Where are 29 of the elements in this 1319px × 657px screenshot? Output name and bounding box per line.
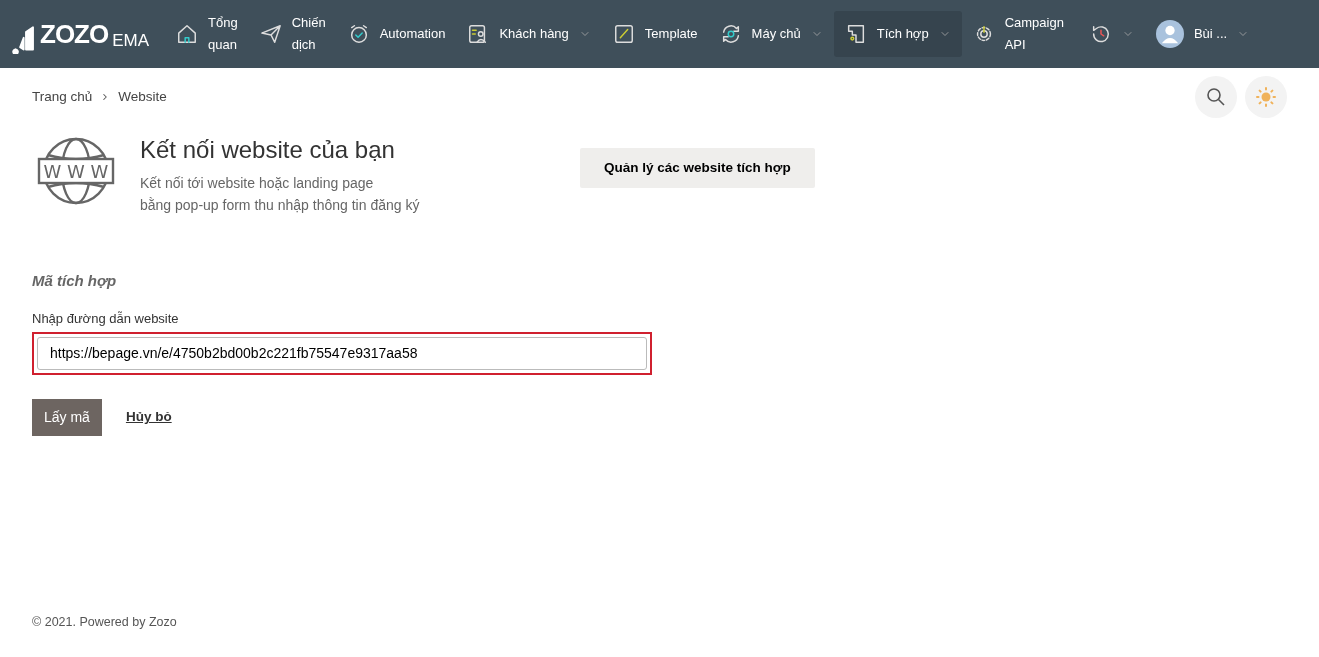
paper-plane-icon bbox=[259, 23, 282, 45]
page-subtitle: Kết nối tới website hoặc landing page bằng pop-up form thu nhập thông tin đăng ký bbox=[140, 174, 421, 215]
breadcrumb-item: Website bbox=[118, 87, 167, 106]
field-label: Nhập đường dẫn website bbox=[32, 309, 180, 328]
footer-text: © 2021. Powered by Zozo bbox=[31, 614, 178, 632]
sun-icon bbox=[1256, 87, 1276, 107]
theme-toggle-button[interactable] bbox=[1245, 76, 1287, 118]
nav-menu-item[interactable]: Automation bbox=[336, 11, 457, 57]
nav-menu-item[interactable]: Máy chủ bbox=[708, 11, 834, 57]
url-input-field[interactable]: https://bepage.vn/e/4750b2bd00b2c221fb75547e9317aa58 bbox=[37, 337, 647, 370]
logo-suffix: EMA bbox=[112, 30, 150, 52]
manage-websites-button[interactable]: Quản lý các website tích hợp bbox=[580, 148, 815, 189]
nav-menu-item[interactable]: Khách hàng bbox=[456, 11, 602, 57]
search-icon bbox=[1206, 87, 1226, 107]
search-button[interactable] bbox=[1195, 76, 1237, 118]
get-code-button[interactable]: Lấy mã bbox=[32, 399, 102, 436]
page-title: Kết nối website của bạn bbox=[140, 135, 396, 165]
section-title: Mã tích hợp bbox=[32, 271, 118, 291]
nav-menu-item[interactable]: Campaign API bbox=[961, 11, 1075, 57]
nav-menu-item[interactable]: Tích hợp bbox=[833, 11, 962, 57]
nav-menu-item[interactable]: Chiến dịch bbox=[248, 11, 337, 57]
breadcrumb-item[interactable]: Trang chủ bbox=[32, 86, 93, 108]
avatar-icon bbox=[1155, 20, 1184, 48]
user-menu-button[interactable]: Bùi ... bbox=[1144, 11, 1261, 57]
cancel-link[interactable]: Hủy bỏ bbox=[125, 407, 172, 428]
nav-menu-item[interactable]: Template bbox=[601, 11, 709, 57]
nav-menu-item[interactable]: Tổng quan bbox=[165, 11, 249, 57]
logo-text: ZOZO bbox=[40, 17, 109, 51]
house-icon bbox=[176, 23, 199, 45]
